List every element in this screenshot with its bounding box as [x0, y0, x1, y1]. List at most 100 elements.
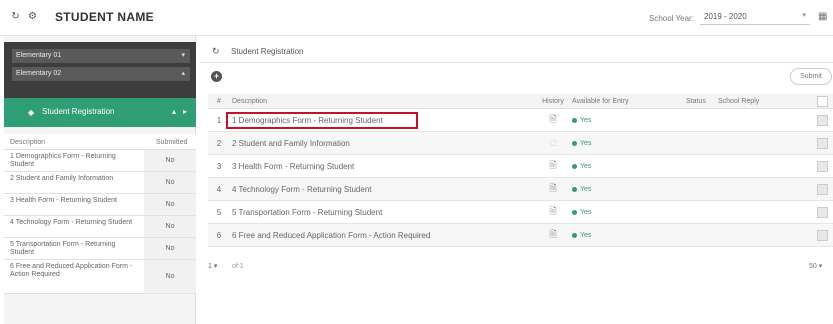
- available-status: Yes: [572, 178, 662, 200]
- page-size-select[interactable]: 50 ▾: [809, 260, 831, 274]
- status-value: [686, 155, 716, 177]
- tag-icon: ◆: [28, 108, 35, 117]
- row-checkbox[interactable]: [812, 201, 832, 223]
- chevron-down-icon: ▾: [213, 263, 218, 270]
- column-header-available[interactable]: Available for Entry: [572, 94, 662, 109]
- checkbox[interactable]: [816, 114, 828, 126]
- table-row[interactable]: 3 3 Health Form - Returning Student 🗎 Ye…: [208, 155, 833, 178]
- chevron-up-icon[interactable]: ▴: [172, 107, 176, 116]
- checkbox[interactable]: [816, 137, 828, 149]
- page-select[interactable]: 1 ▾: [208, 260, 226, 274]
- table-row[interactable]: 2 2 Student and Family Information □ Yes: [208, 132, 833, 155]
- document-icon[interactable]: 🗎: [538, 178, 568, 200]
- refresh-icon[interactable]: ↻: [212, 46, 220, 57]
- check-icon: [572, 186, 577, 192]
- chevron-down-icon: ▾: [802, 12, 806, 19]
- column-header-submitted: Submitted: [156, 139, 188, 146]
- table-row[interactable]: 1 1 Demographics Form - Returning Studen…: [208, 109, 833, 132]
- available-value: Yes: [580, 116, 592, 124]
- school-reply-value: [718, 132, 788, 154]
- sidebar-table-row[interactable]: 6 Free and Reduced Application Form - Ac…: [4, 260, 196, 294]
- row-number: 1: [216, 115, 222, 125]
- available-value: Yes: [580, 208, 592, 216]
- table-row[interactable]: 5 5 Transportation Form - Returning Stud…: [208, 201, 833, 224]
- select-all-checkbox[interactable]: [812, 94, 832, 109]
- sidebar-table-row[interactable]: 4 Technology Form - Returning Student No: [4, 216, 196, 238]
- status-value: [686, 201, 716, 223]
- school-item-elementary-01[interactable]: Elementary 01 ▾: [12, 49, 190, 63]
- available-status: Yes: [572, 155, 662, 177]
- school-reply-value: [718, 201, 788, 223]
- row-checkbox[interactable]: [812, 155, 832, 177]
- checkbox[interactable]: [816, 183, 828, 195]
- school-item-elementary-02[interactable]: Elementary 02 ▴: [12, 67, 190, 81]
- page-count: of 1: [232, 263, 244, 270]
- sidebar: Elementary 01 ▾ Elementary 02 ▴ ◆ Studen…: [4, 36, 196, 324]
- sidebar-table-row[interactable]: 3 Health Form - Returning Student No: [4, 194, 196, 216]
- student-name-title: STUDENT NAME: [55, 10, 154, 24]
- submitted-value: No: [144, 172, 196, 193]
- column-header-description[interactable]: Description: [232, 94, 542, 109]
- add-button[interactable]: +: [211, 71, 222, 82]
- checkbox[interactable]: [816, 206, 828, 218]
- row-checkbox[interactable]: [812, 109, 832, 131]
- column-header-school-reply[interactable]: School Reply: [718, 94, 788, 109]
- pager: 1 ▾ of 1 50 ▾: [208, 258, 833, 278]
- chevron-right-icon[interactable]: ▸: [183, 107, 187, 116]
- grid-header: # Description History Available for Entr…: [208, 94, 833, 109]
- table-row[interactable]: 6 6 Free and Reduced Application Form - …: [208, 224, 833, 247]
- submit-button[interactable]: Submit: [790, 68, 832, 85]
- available-status: Yes: [572, 109, 662, 131]
- check-icon: [572, 140, 577, 146]
- form-link[interactable]: 6 Free and Reduced Application Form - Ac…: [232, 224, 542, 246]
- available-status: Yes: [572, 201, 662, 223]
- row-checkbox[interactable]: [812, 224, 832, 246]
- document-icon[interactable]: 🗎: [538, 201, 568, 223]
- form-description: 4 Technology Form - Returning Student: [10, 219, 133, 226]
- form-link[interactable]: 3 Health Form - Returning Student: [232, 155, 542, 177]
- row-checkbox[interactable]: [812, 132, 832, 154]
- school-year-value: 2019 - 2020: [704, 12, 747, 21]
- document-icon[interactable]: 🗎: [538, 224, 568, 246]
- form-link[interactable]: 5 Transportation Form - Returning Studen…: [232, 201, 542, 223]
- form-link[interactable]: 4 Technology Form - Returning Student: [232, 178, 542, 200]
- available-value: Yes: [580, 162, 592, 170]
- row-number: 5: [216, 207, 222, 217]
- submitted-value: No: [144, 150, 196, 171]
- available-status: Yes: [572, 132, 662, 154]
- table-row[interactable]: 4 4 Technology Form - Returning Student …: [208, 178, 833, 201]
- chevron-down-icon: ▾: [181, 52, 185, 59]
- column-header-status[interactable]: Status: [686, 94, 716, 109]
- sidebar-table-row[interactable]: 2 Student and Family Information No: [4, 172, 196, 194]
- main-panel: ↻ Student Registration + Submit # Descri…: [200, 36, 833, 324]
- column-header-history[interactable]: History: [538, 94, 568, 109]
- divider: [200, 62, 833, 63]
- gear-icon[interactable]: ⚙: [27, 11, 38, 22]
- sidebar-table-row[interactable]: 1 Demographics Form - Returning Student …: [4, 150, 196, 172]
- check-icon: [572, 232, 577, 238]
- school-year-select[interactable]: 2019 - 2020 ▾: [700, 9, 810, 25]
- row-number: 2: [216, 138, 222, 148]
- sidebar-table-row[interactable]: 5 Transportation Form - Returning Studen…: [4, 238, 196, 260]
- school-list: Elementary 01 ▾ Elementary 02 ▴: [4, 42, 196, 98]
- document-icon[interactable]: 🗎: [538, 109, 568, 131]
- sidebar-table-header: Description Submitted: [4, 134, 196, 150]
- refresh-icon[interactable]: ↻: [10, 11, 21, 22]
- check-icon: [572, 209, 577, 215]
- row-checkbox[interactable]: [812, 178, 832, 200]
- page-size-value: 50: [809, 263, 817, 270]
- checkbox[interactable]: [816, 96, 828, 107]
- form-link[interactable]: 2 Student and Family Information: [232, 132, 542, 154]
- checkbox[interactable]: [816, 160, 828, 172]
- top-bar: ↻ ⚙ STUDENT NAME School Year: 2019 - 202…: [0, 0, 833, 36]
- sidebar-item-student-registration[interactable]: ◆ Student Registration ▴ ▸: [4, 98, 196, 127]
- checkbox[interactable]: [816, 229, 828, 241]
- form-description: 2 Student and Family Information: [10, 175, 114, 182]
- submitted-value: No: [144, 216, 196, 237]
- available-value: Yes: [580, 139, 592, 147]
- check-icon: [572, 117, 577, 123]
- status-value: [686, 109, 716, 131]
- school-reply-value: [718, 178, 788, 200]
- document-icon[interactable]: 🗎: [538, 155, 568, 177]
- calendar-icon[interactable]: ▦: [818, 11, 827, 22]
